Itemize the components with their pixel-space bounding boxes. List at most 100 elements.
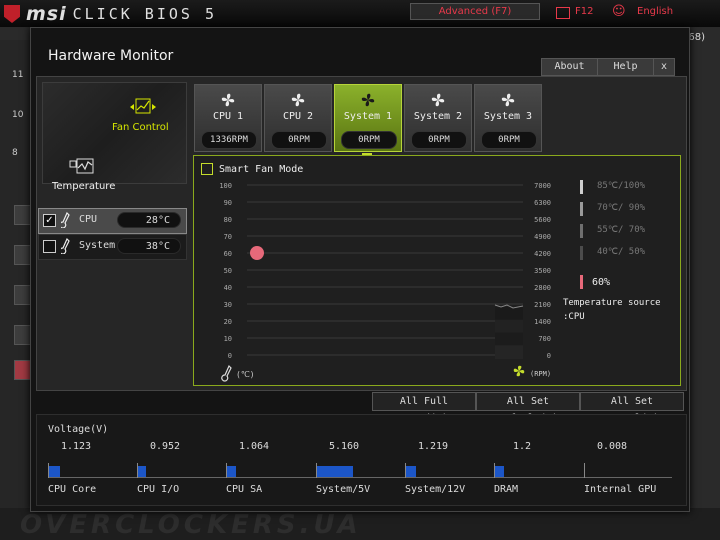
legend-swatch	[580, 180, 583, 194]
voltage-label: CPU SA	[226, 484, 263, 495]
fan-control-icon	[130, 98, 156, 114]
dialog-title: Hardware Monitor	[48, 48, 174, 64]
voltage-value: 1.123	[60, 441, 92, 452]
smart-fan-checkbox[interactable]	[201, 163, 213, 175]
y-tick-label-right: 7000	[534, 182, 551, 190]
legend-swatch	[580, 246, 583, 260]
sensor-name: CPU	[79, 214, 98, 225]
temperature-source: Temperature source :CPU	[563, 296, 661, 324]
fan-rpm: 0RPM	[341, 131, 397, 149]
y-tick-label-right: 6300	[534, 199, 551, 207]
voltage-bar	[138, 466, 146, 477]
fan-name: System 1	[343, 111, 393, 122]
legend-label: 55℃/ 70%	[597, 225, 646, 235]
rpm-bars	[494, 304, 524, 359]
product-text: CLICK BIOS 5	[72, 5, 217, 23]
background-left-strip: 11 10 8	[0, 40, 32, 520]
advanced-mode-tab[interactable]: Advanced (F7)	[410, 3, 540, 20]
all-set-default-button[interactable]: All Set Default(D)	[476, 392, 580, 424]
fan-tab-system-1[interactable]: System 1 0RPM	[334, 84, 402, 152]
all-set-cancel-button[interactable]: All Set Cancel(C)	[580, 392, 684, 424]
voltage-label: System/5V	[316, 484, 371, 495]
sensor-name: System	[79, 240, 116, 251]
fan-name: CPU 2	[282, 111, 314, 122]
fan-icon	[501, 93, 515, 107]
temperature-label[interactable]: Temperature	[52, 181, 115, 192]
temperature-source-label: Temperature source	[563, 298, 661, 308]
y-tick-label-left: 70	[224, 233, 232, 241]
fan-rpm: 0RPM	[411, 131, 467, 149]
about-button[interactable]: About	[541, 58, 598, 76]
thermometer-axis-icon	[221, 364, 232, 382]
y-tick-label-left: 80	[224, 216, 232, 224]
voltage-tick	[584, 463, 585, 478]
fan-tab-system-3[interactable]: System 3 0RPM	[474, 84, 542, 152]
all-full-speed-button[interactable]: All Full Speed(F)	[372, 392, 476, 424]
legend-swatch	[580, 224, 583, 238]
help-button[interactable]: Help	[597, 58, 654, 76]
voltage-value: 1.2	[512, 441, 532, 452]
voltage-label: CPU Core	[48, 484, 97, 495]
temp-sensor-row-cpu[interactable]: ✓ CPU 28°C	[38, 208, 187, 234]
voltage-bar	[406, 466, 416, 477]
y-tick-label-left: 30	[224, 301, 232, 309]
temp-sensor-row-system[interactable]: System 38°C	[38, 234, 187, 260]
close-button[interactable]: x	[653, 58, 675, 76]
y-tick-label-left: 100	[219, 182, 232, 190]
y-tick-label-right: 2800	[534, 284, 551, 292]
legend-swatch	[580, 202, 583, 216]
temperature-chart-icon	[69, 158, 94, 174]
fan-axis-icon	[513, 365, 525, 377]
fan-tab-system-2[interactable]: System 2 0RPM	[404, 84, 472, 152]
watermark: OVERCLOCKERS.UA	[20, 510, 362, 540]
legend-label: 85℃/100%	[597, 181, 646, 191]
y-tick-label-left: 0	[228, 352, 232, 360]
screenshot-key-label[interactable]: F12	[575, 6, 593, 17]
thermometer-icon	[61, 212, 70, 228]
fan-tab-cpu-2[interactable]: CPU 2 0RPM	[264, 84, 332, 152]
voltage-bar	[495, 466, 504, 477]
y-tick-label-left: 50	[224, 267, 232, 275]
voltage-value: 1.219	[417, 441, 449, 452]
voltage-label: DRAM	[494, 484, 519, 495]
fan-control-label[interactable]: Fan Control	[112, 122, 169, 133]
voltage-value: 5.160	[328, 441, 360, 452]
bg-row-number: 8	[12, 148, 18, 158]
fan-name: System 3	[483, 111, 533, 122]
fan-name: CPU 1	[212, 111, 244, 122]
y-tick-label-left: 10	[224, 335, 232, 343]
sensor-checkbox[interactable]	[43, 240, 56, 253]
fan-icon	[361, 93, 375, 107]
sensor-checkbox[interactable]: ✓	[43, 214, 56, 227]
y-tick-label-left: 90	[224, 199, 232, 207]
sensor-value: 28°C	[117, 212, 181, 228]
fan-rpm: 0RPM	[271, 131, 327, 149]
fan-curve-chart[interactable]: 1009080706050403020100 70006300560049004…	[193, 176, 573, 382]
fan-rpm: 0RPM	[481, 131, 537, 149]
language-icon[interactable]: ☺	[612, 4, 626, 19]
brand-text: msi	[26, 3, 67, 25]
legend-label: 70℃/ 90%	[597, 203, 646, 213]
rpm-bar	[495, 319, 523, 334]
voltage-bar	[49, 466, 60, 477]
voltage-baseline	[48, 477, 672, 478]
fan-control-nav[interactable]	[42, 82, 187, 184]
msi-logo: msi CLICK BIOS 5	[4, 3, 217, 25]
sensor-value: 38°C	[117, 238, 181, 254]
fan-curve-point[interactable]	[250, 246, 264, 260]
fan-name: System 2	[413, 111, 463, 122]
smart-fan-label[interactable]: Smart Fan Mode	[219, 164, 303, 175]
fan-icon	[221, 93, 235, 107]
language-button[interactable]: English	[637, 6, 673, 17]
voltage-label: System/12V	[405, 484, 466, 495]
screenshot-icon[interactable]	[556, 7, 570, 19]
fan-tab-cpu-1[interactable]: CPU 1 1336RPM	[194, 84, 262, 152]
y-tick-label-right: 700	[538, 335, 551, 343]
temperature-source-value: :CPU	[563, 312, 585, 322]
current-speed-percent: 60%	[592, 277, 611, 288]
left-axis-ticks: 1009080706050403020100	[219, 182, 232, 360]
bg-row-number: 11	[12, 70, 24, 80]
voltage-label: Internal GPU	[584, 484, 657, 495]
rpm-bar	[495, 307, 523, 321]
y-tick-label-left: 60	[224, 250, 232, 258]
